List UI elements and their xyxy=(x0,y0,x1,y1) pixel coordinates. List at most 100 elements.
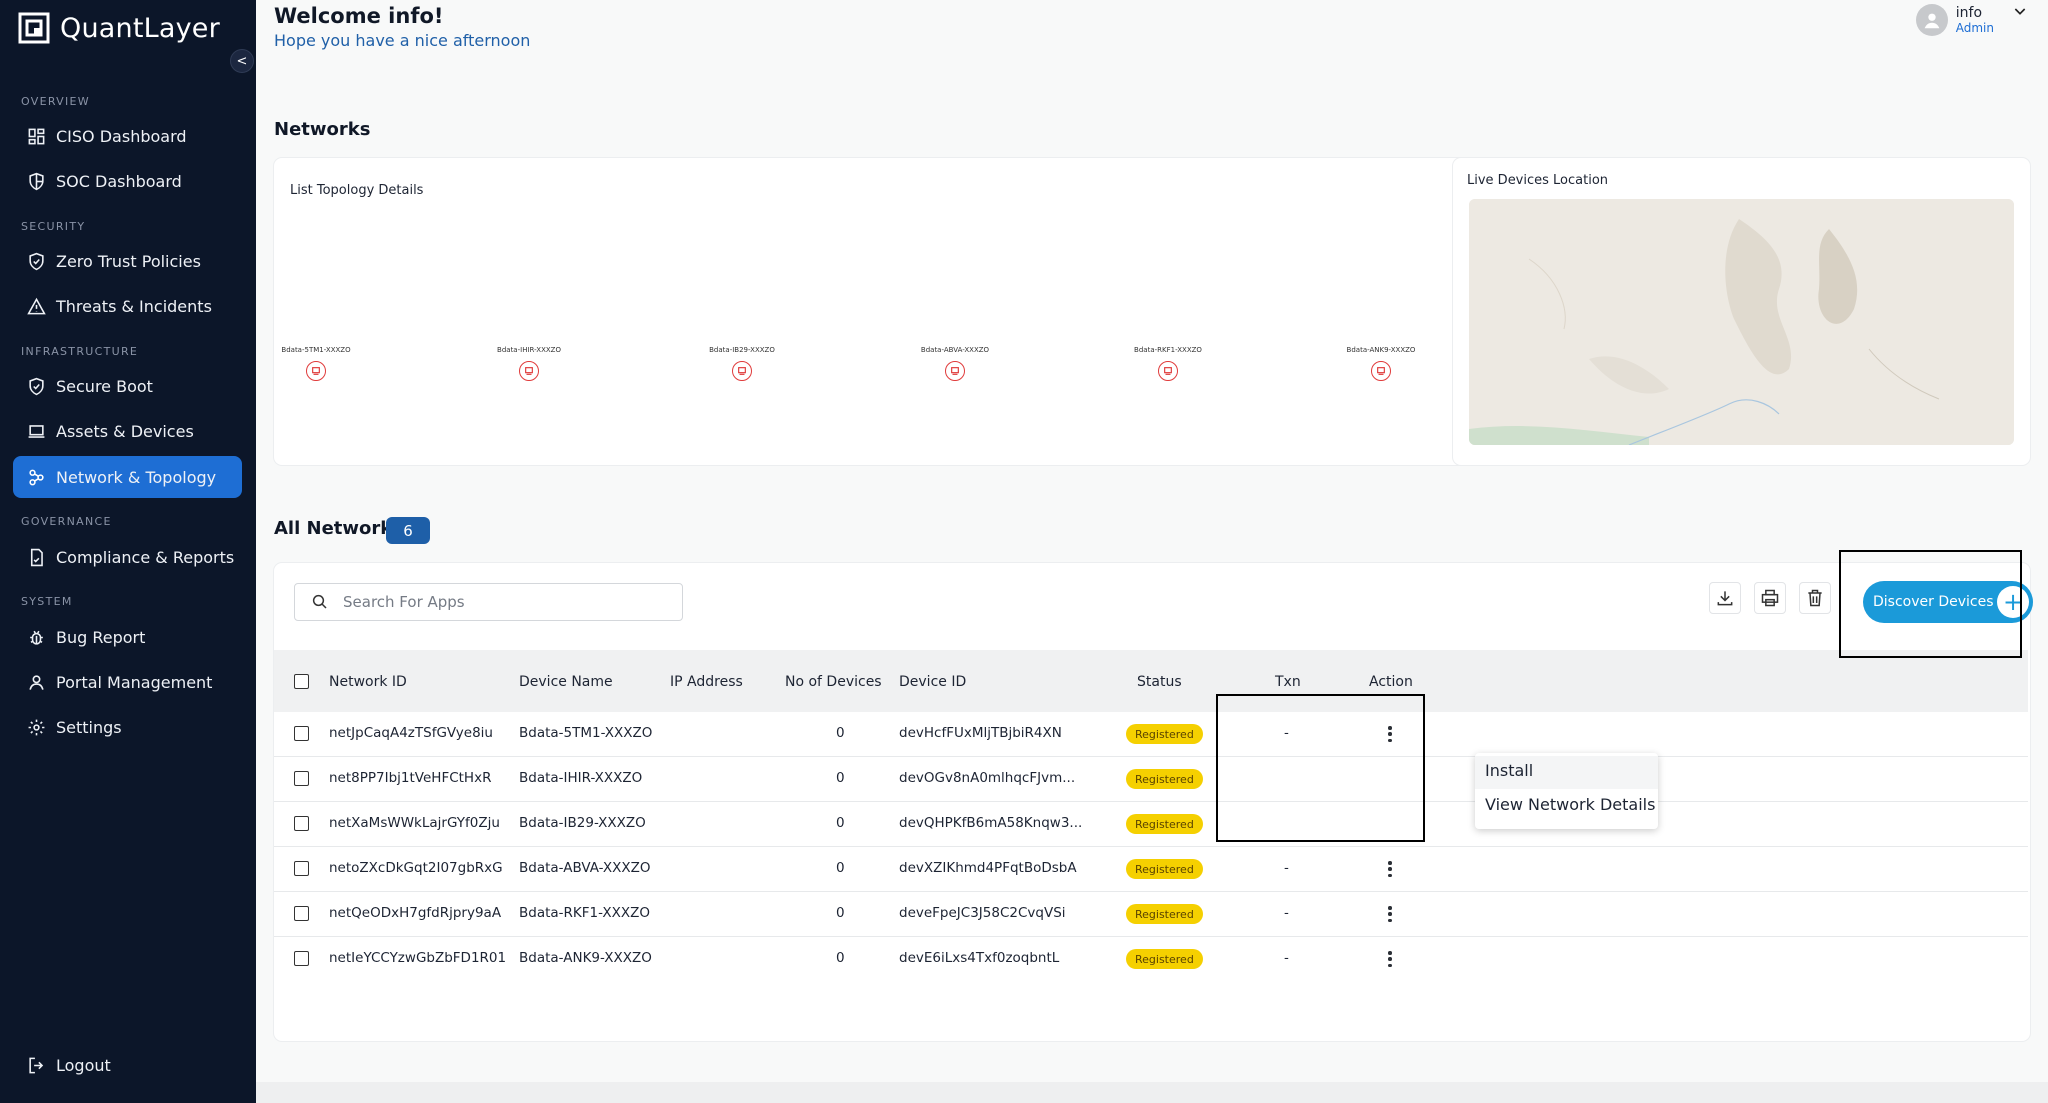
sidebar-item-secure-boot[interactable]: Secure Boot xyxy=(13,365,242,407)
cell-device-name: Bdata-ANK9-XXXZO xyxy=(519,950,652,966)
sidebar-item-compliance-reports[interactable]: Compliance & Reports xyxy=(13,536,242,578)
sidebar-item-label: CISO Dashboard xyxy=(56,126,187,146)
user-name: info xyxy=(1955,5,1983,21)
sidebar-item-threats-incidents[interactable]: Threats & Incidents xyxy=(13,285,242,327)
chevron-down-icon[interactable] xyxy=(2012,3,2028,19)
column-no-of-devices[interactable]: No of Devices xyxy=(785,674,882,690)
cell-no-of-devices: 0 xyxy=(836,770,845,786)
live-devices-map[interactable] xyxy=(1469,199,2014,445)
row-checkbox[interactable] xyxy=(294,771,309,786)
sidebar-item-label: Secure Boot xyxy=(56,376,153,396)
status-badge: Registered xyxy=(1126,904,1203,924)
delete-button[interactable] xyxy=(1799,582,1831,614)
topology-node-label: Bdata-ABVA-XXXZO xyxy=(920,346,990,354)
topology-node[interactable]: Bdata-RKF1-XXXZO xyxy=(1128,346,1208,381)
discover-highlight-outline xyxy=(1839,550,2022,658)
select-all-checkbox[interactable] xyxy=(294,674,309,689)
column-device-name[interactable]: Device Name xyxy=(519,674,613,690)
row-action-kebab-icon[interactable] xyxy=(1384,859,1396,879)
menu-item-install[interactable]: Install xyxy=(1485,761,1533,780)
map-card: Live Devices Location xyxy=(1453,158,2030,465)
sidebar-item-soc-dashboard[interactable]: SOC Dashboard xyxy=(13,160,242,202)
laptop-icon xyxy=(28,424,45,438)
user-menu[interactable]: info Admin xyxy=(1915,3,2028,36)
cell-network-id: netQeODxH7gfdRjpry9aA xyxy=(329,905,502,921)
networks-table-card: Discover Devices + Network ID Device Nam… xyxy=(274,563,2033,1041)
sidebar-item-zero-trust-policies[interactable]: Zero Trust Policies xyxy=(13,240,242,282)
cell-network-id: netXaMsWWkLajrGYf0Zju xyxy=(329,815,500,831)
cell-device-id: deveFpeJC3J58C2CvqVSi xyxy=(899,905,1066,921)
search-box xyxy=(294,583,683,621)
row-action-kebab-icon[interactable] xyxy=(1384,904,1396,924)
topology-node[interactable]: Bdata-ABVA-XXXZO xyxy=(915,346,995,381)
column-device-id[interactable]: Device ID xyxy=(899,674,966,690)
topology-card-title: List Topology Details xyxy=(290,183,424,198)
sidebar-item-settings[interactable]: Settings xyxy=(13,706,242,748)
table-row[interactable]: netQeODxH7gfdRjpry9aA Bdata-RKF1-XXXZO 0… xyxy=(274,892,2028,937)
row-checkbox[interactable] xyxy=(294,726,309,741)
row-checkbox[interactable] xyxy=(294,816,309,831)
search-icon xyxy=(312,594,327,609)
table-row[interactable]: netoZXcDkGqt2I07gbRxG Bdata-ABVA-XXXZO 0… xyxy=(274,847,2028,892)
shield-half-icon xyxy=(29,172,44,190)
table-row[interactable]: netJpCaqA4zTSfGVye8iu Bdata-5TM1-XXXZO 0… xyxy=(274,712,2028,757)
column-ip-address[interactable]: IP Address xyxy=(670,674,743,690)
cell-device-name: Bdata-RKF1-XXXZO xyxy=(519,905,650,921)
sidebar-collapse-button[interactable]: < xyxy=(230,49,254,73)
menu-item-view-network-details[interactable]: View Network Details xyxy=(1485,795,1655,814)
column-network-id[interactable]: Network ID xyxy=(329,674,407,690)
cell-txn: - xyxy=(1284,905,1289,921)
footer-strip xyxy=(256,1082,2048,1103)
cell-device-name: Bdata-5TM1-XXXZO xyxy=(519,725,653,741)
logout-icon xyxy=(29,1057,44,1073)
sidebar-item-network-topology[interactable]: Network & Topology xyxy=(13,456,242,498)
search-input[interactable] xyxy=(343,593,663,611)
sidebar-item-label: Portal Management xyxy=(56,672,213,692)
topology-node[interactable]: Bdata-IHIR-XXXZO xyxy=(489,346,569,381)
table-header: Network ID Device Name IP Address No of … xyxy=(274,650,2028,712)
status-badge: Registered xyxy=(1126,859,1203,879)
sidebar-item-label: Assets & Devices xyxy=(56,421,194,441)
nav-section-security: SECURITY xyxy=(21,220,86,233)
shield-check-icon xyxy=(29,377,44,395)
cell-network-id: netoZXcDkGqt2I07gbRxG xyxy=(329,860,503,876)
column-txn[interactable]: Txn xyxy=(1275,674,1301,690)
row-checkbox[interactable] xyxy=(294,861,309,876)
logout-button[interactable]: Logout xyxy=(13,1044,242,1086)
device-alert-icon xyxy=(1371,361,1391,381)
bug-icon xyxy=(30,630,43,645)
cell-device-id: devHcfFUxMljTBjbiR4XN xyxy=(899,725,1062,741)
sidebar-item-ciso-dashboard[interactable]: CISO Dashboard xyxy=(13,115,242,157)
sidebar-item-label: Compliance & Reports xyxy=(56,547,235,567)
print-button[interactable] xyxy=(1754,582,1786,614)
topology-node[interactable]: Bdata-IB29-XXXZO xyxy=(702,346,782,381)
logo[interactable]: QuantLayer xyxy=(18,12,220,44)
topology-node-label: Bdata-5TM1-XXXZO xyxy=(281,346,351,354)
cell-no-of-devices: 0 xyxy=(836,725,845,741)
download-button[interactable] xyxy=(1709,582,1741,614)
cell-network-id: netJpCaqA4zTSfGVye8iu xyxy=(329,725,493,741)
table-row[interactable]: netIeYCCYzwGbZbFD1R01 Bdata-ANK9-XXXZO 0… xyxy=(274,937,2028,982)
topology-node[interactable]: Bdata-5TM1-XXXZO xyxy=(276,346,356,381)
row-checkbox[interactable] xyxy=(294,951,309,966)
report-file-icon xyxy=(30,548,43,566)
table-row[interactable]: net8PP7Ibj1tVeHFCtHxR Bdata-IHIR-XXXZO 0… xyxy=(274,757,2028,802)
sidebar-item-portal-management[interactable]: Portal Management xyxy=(13,661,242,703)
action-menu-highlight-outline xyxy=(1216,694,1425,842)
sidebar-item-label: Bug Report xyxy=(56,627,146,647)
cell-txn: - xyxy=(1284,950,1289,966)
row-action-kebab-icon[interactable] xyxy=(1384,949,1396,969)
row-checkbox[interactable] xyxy=(294,906,309,921)
device-alert-icon xyxy=(519,361,539,381)
sidebar-item-label: Settings xyxy=(56,717,122,737)
status-badge: Registered xyxy=(1126,769,1203,789)
column-status[interactable]: Status xyxy=(1137,674,1182,690)
sidebar-item-bug-report[interactable]: Bug Report xyxy=(13,616,242,658)
sidebar-item-label: Zero Trust Policies xyxy=(56,251,201,271)
user-icon xyxy=(29,674,44,690)
sidebar-item-assets-devices[interactable]: Assets & Devices xyxy=(13,410,242,452)
table-row[interactable]: netXaMsWWkLajrGYf0Zju Bdata-IB29-XXXZO 0… xyxy=(274,802,2028,847)
topology-node[interactable]: Bdata-ANK9-XXXZO xyxy=(1341,346,1421,381)
quantlayer-logo-icon xyxy=(18,12,50,44)
sidebar-item-label: SOC Dashboard xyxy=(56,171,182,191)
